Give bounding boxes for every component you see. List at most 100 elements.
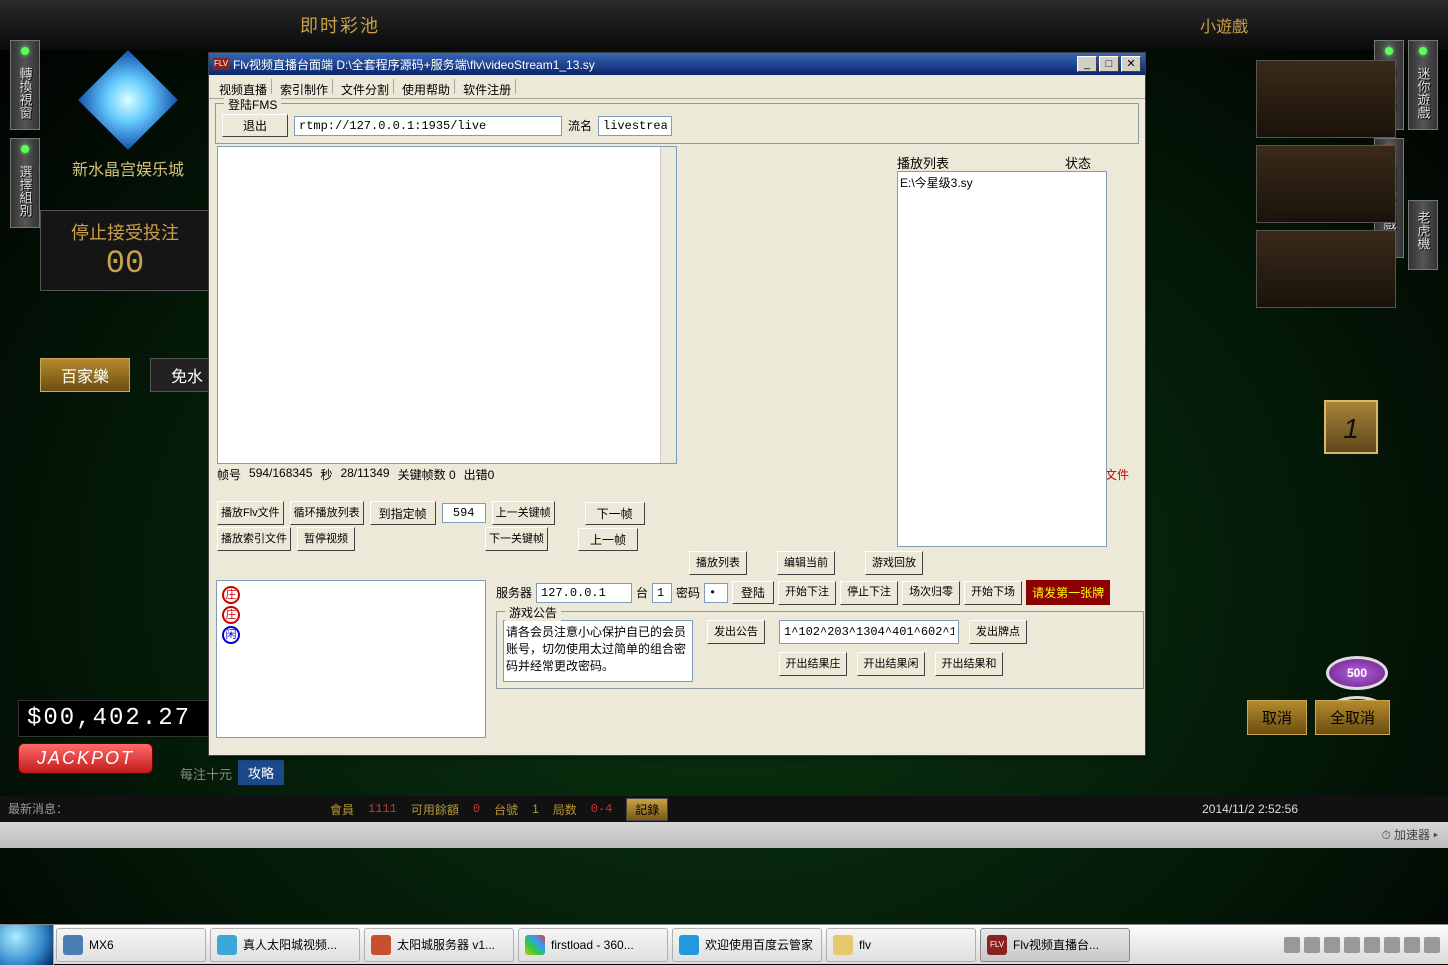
edit-current-button[interactable]: 编辑当前 xyxy=(777,551,835,575)
close-button[interactable]: ✕ xyxy=(1121,56,1141,72)
strategy-button[interactable]: 攻略 xyxy=(238,760,284,785)
game-thumbnail-3[interactable] xyxy=(1256,230,1396,308)
prev-keyframe-button[interactable]: 上一关键帧 xyxy=(492,501,555,525)
task-item[interactable]: 真人太阳城视频... xyxy=(210,928,360,962)
menu-help[interactable]: 使用帮助 xyxy=(398,79,455,94)
cancel-button[interactable]: 取消 xyxy=(1247,700,1307,735)
chip-500[interactable]: 500 xyxy=(1326,656,1388,690)
switch-window-button[interactable]: 轉換視窗 xyxy=(16,63,35,123)
tray-icon[interactable] xyxy=(1384,937,1400,953)
game-thumbnail-1[interactable] xyxy=(1256,60,1396,138)
exit-button[interactable]: 退出 xyxy=(222,114,288,137)
task-item[interactable]: firstload - 360... xyxy=(518,928,668,962)
card-sequence-input[interactable] xyxy=(779,620,959,644)
tray-icon[interactable] xyxy=(1404,937,1420,953)
scrollbar[interactable] xyxy=(660,147,676,463)
accelerator-label: ⏱ 加速器 ▸ xyxy=(1381,826,1438,843)
minimize-button[interactable]: _ xyxy=(1077,56,1097,72)
start-button[interactable] xyxy=(0,925,54,965)
playlist-box[interactable]: E:\今星级3.sy xyxy=(897,171,1107,547)
loop-list-button[interactable]: 循环播放列表 xyxy=(290,501,364,525)
maximize-button[interactable]: □ xyxy=(1099,56,1119,72)
result-banker-button[interactable]: 开出结果庄 xyxy=(779,652,847,676)
table-number-badge: 1 xyxy=(1324,400,1378,454)
notice-groupbox: 游戏公告 请各会员注意小心保护自已的会员账号，切勿使用太过简单的组合密码并经常更… xyxy=(496,611,1144,689)
status-header: 状态 xyxy=(1065,153,1091,172)
publish-notice-button[interactable]: 发出公告 xyxy=(707,620,765,644)
left-sidebar-2: 選擇組別 xyxy=(10,138,40,228)
tray-icon[interactable] xyxy=(1284,937,1300,953)
playlist-item[interactable]: E:\今星级3.sy xyxy=(900,174,1104,191)
tray-icon[interactable] xyxy=(1424,937,1440,953)
led-icon xyxy=(1419,47,1427,55)
task-item[interactable]: MX6 xyxy=(56,928,206,962)
goto-frame-input[interactable] xyxy=(442,503,486,523)
task-item[interactable]: 欢迎使用百度云管家 xyxy=(672,928,822,962)
task-icon xyxy=(217,935,237,955)
task-label: 真人太阳城视频... xyxy=(243,936,337,953)
next-frame-button[interactable]: 下一帧 xyxy=(585,502,645,525)
fms-legend: 登陆FMS xyxy=(224,96,281,113)
password-input[interactable] xyxy=(704,583,728,603)
tray-icon[interactable] xyxy=(1304,937,1320,953)
sec-value: 28/11349 xyxy=(340,466,389,483)
video-preview xyxy=(217,146,677,464)
round-label: 局数 xyxy=(553,801,577,818)
menu-video[interactable]: 视频直播 xyxy=(215,79,272,94)
game-thumbnail-2[interactable] xyxy=(1256,145,1396,223)
play-list-button[interactable]: 播放列表 xyxy=(689,551,747,575)
jackpot-button[interactable]: JACKPOT xyxy=(18,743,153,774)
password-label: 密码 xyxy=(676,584,700,601)
login-button[interactable]: 登陆 xyxy=(732,581,774,604)
secondary-tray-strip: ⏱ 加速器 ▸ xyxy=(0,822,1448,848)
notice-legend: 游戏公告 xyxy=(505,604,561,621)
menu-register[interactable]: 软件注册 xyxy=(459,79,516,94)
play-index-button[interactable]: 播放索引文件 xyxy=(217,527,291,551)
table-label: 台號 xyxy=(494,801,518,818)
task-icon xyxy=(371,935,391,955)
tab-baccarat[interactable]: 百家樂 xyxy=(40,358,130,392)
slot-button[interactable]: 老虎機 xyxy=(1414,207,1433,254)
tray-icon[interactable] xyxy=(1364,937,1380,953)
deal-first-indicator: 请发第一张牌 xyxy=(1026,580,1110,605)
stream-input[interactable] xyxy=(598,116,672,136)
tray-icon[interactable] xyxy=(1344,937,1360,953)
stop-bet-button[interactable]: 停止下注 xyxy=(840,581,898,605)
pause-button[interactable]: 暂停视频 xyxy=(297,527,355,551)
system-tray xyxy=(1284,937,1448,953)
led-icon xyxy=(21,47,29,55)
start-bet-button[interactable]: 开始下注 xyxy=(778,581,836,605)
menu-split[interactable]: 文件分割 xyxy=(337,79,394,94)
result-tie-button[interactable]: 开出结果和 xyxy=(935,652,1003,676)
titlebar[interactable]: FLV Flv视频直播台面端 D:\全套程序源码+服务端\flv\videoSt… xyxy=(209,53,1145,75)
task-label: MX6 xyxy=(89,938,114,952)
result-player-button[interactable]: 开出结果闲 xyxy=(857,652,925,676)
deal-cards-button[interactable]: 发出牌点 xyxy=(969,620,1027,644)
status-bar: 會員 1111 可用餘額 0 台號 1 局数 0-4 記錄 2014/11/2 … xyxy=(330,796,1448,822)
table-input[interactable] xyxy=(652,583,672,603)
server-input[interactable] xyxy=(536,583,632,603)
minigame-button[interactable]: 迷你遊戲 xyxy=(1414,63,1433,123)
rtmp-input[interactable] xyxy=(294,116,562,136)
casino-header: 即时彩池 小遊戲 xyxy=(0,0,1448,50)
next-keyframe-button[interactable]: 下一关键帧 xyxy=(485,527,548,551)
diamond-icon xyxy=(78,50,178,150)
task-item[interactable]: 太阳城服务器 v1... xyxy=(364,928,514,962)
goto-frame-button[interactable]: 到指定帧 xyxy=(370,501,436,525)
prev-frame-button[interactable]: 上一帧 xyxy=(578,528,638,551)
start-round-button[interactable]: 开始下场 xyxy=(964,581,1022,605)
task-item[interactable]: flv xyxy=(826,928,976,962)
play-flv-button[interactable]: 播放Flv文件 xyxy=(217,501,284,525)
reset-round-button[interactable]: 场次归零 xyxy=(902,581,960,605)
game-replay-button[interactable]: 游戏回放 xyxy=(865,551,923,575)
select-group-button[interactable]: 選擇組別 xyxy=(16,161,35,221)
server-control-panel: 服务器 台 密码 登陆 开始下注 停止下注 场次归零 开始下场 请发第一张牌 游… xyxy=(496,580,1144,748)
cancel-all-button[interactable]: 全取消 xyxy=(1315,700,1390,735)
app-icon: FLV xyxy=(213,58,229,70)
menu-index[interactable]: 索引制作 xyxy=(276,79,333,94)
record-button[interactable]: 記錄 xyxy=(626,798,668,821)
task-icon: FLV xyxy=(987,935,1007,955)
tray-icon[interactable] xyxy=(1324,937,1340,953)
notice-textarea[interactable]: 请各会员注意小心保护自已的会员账号，切勿使用太过简单的组合密码并经常更改密码。 xyxy=(503,620,693,682)
task-item-active[interactable]: FLVFlv视频直播台... xyxy=(980,928,1130,962)
